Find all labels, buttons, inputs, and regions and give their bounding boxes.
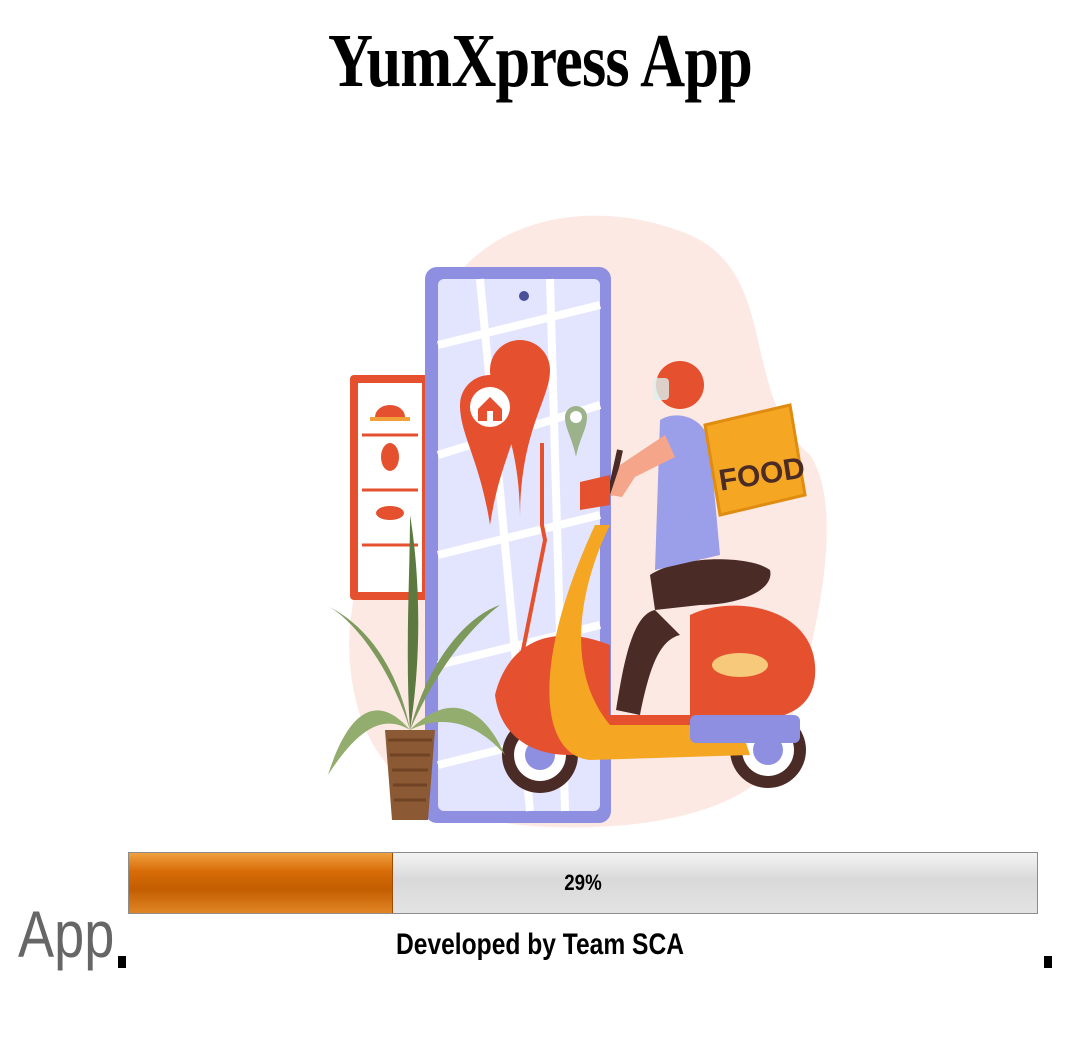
loading-progress-bar: 29% <box>128 852 1038 914</box>
progress-percent-label: 29% <box>564 870 602 895</box>
menu-card-icon <box>350 375 430 600</box>
food-delivery-illustration: FOOD <box>310 195 830 835</box>
corner-mark-right <box>1044 956 1052 968</box>
developer-credit: Developed by Team SCA <box>396 928 684 961</box>
app-title: YumXpress App <box>327 19 753 103</box>
food-box-icon: FOOD <box>703 403 807 517</box>
